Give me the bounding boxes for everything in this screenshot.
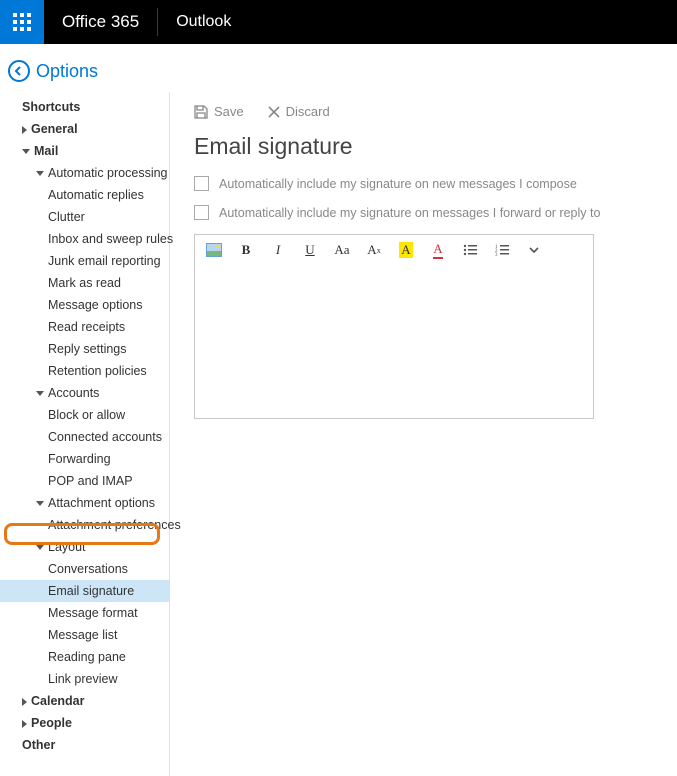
nav-conversations[interactable]: Conversations: [0, 558, 169, 580]
number-list-button[interactable]: 123: [493, 241, 511, 259]
nav-shortcuts[interactable]: Shortcuts: [0, 96, 169, 118]
save-icon: [194, 105, 208, 119]
nav-layout[interactable]: Layout: [0, 536, 169, 558]
insert-image-button[interactable]: [205, 241, 223, 259]
checkbox-auto-reply[interactable]: [194, 205, 209, 220]
checkbox-row-reply-forward: Automatically include my signature on me…: [194, 205, 653, 220]
nav-junk-email[interactable]: Junk email reporting: [0, 250, 169, 272]
options-title: Options: [36, 61, 98, 82]
nav-people[interactable]: People: [0, 712, 169, 734]
caret-down-icon: [36, 545, 44, 550]
image-icon: [206, 243, 222, 257]
main-pane: Save Discard Email signature Automatical…: [170, 92, 677, 776]
nav-message-list[interactable]: Message list: [0, 624, 169, 646]
font-color-button[interactable]: A: [429, 241, 447, 259]
arrow-left-icon: [13, 65, 25, 77]
nav-email-signature[interactable]: Email signature: [0, 580, 169, 602]
action-bar: Save Discard: [194, 104, 653, 119]
save-button[interactable]: Save: [194, 104, 244, 119]
nav-reading-pane[interactable]: Reading pane: [0, 646, 169, 668]
checkbox-auto-new[interactable]: [194, 176, 209, 191]
discard-button[interactable]: Discard: [268, 104, 330, 119]
highlight-button[interactable]: A: [397, 241, 415, 259]
caret-right-icon: [22, 720, 27, 728]
svg-text:3: 3: [495, 253, 498, 256]
discard-label: Discard: [286, 104, 330, 119]
signature-textarea[interactable]: [195, 265, 593, 415]
caret-right-icon: [22, 126, 27, 134]
checkbox-auto-new-label: Automatically include my signature on ne…: [219, 177, 577, 191]
chevron-down-icon: [528, 244, 540, 256]
app-name-label: Outlook: [158, 13, 249, 31]
nav-automatic-replies[interactable]: Automatic replies: [0, 184, 169, 206]
caret-right-icon: [22, 698, 27, 706]
checkbox-row-new-messages: Automatically include my signature on ne…: [194, 176, 653, 191]
nav-clutter[interactable]: Clutter: [0, 206, 169, 228]
nav-link-preview[interactable]: Link preview: [0, 668, 169, 690]
nav-reply-settings[interactable]: Reply settings: [0, 338, 169, 360]
app-header: Office 365 Outlook: [0, 0, 677, 44]
nav-retention-policies[interactable]: Retention policies: [0, 360, 169, 382]
nav-block-allow[interactable]: Block or allow: [0, 404, 169, 426]
bullet-list-button[interactable]: [461, 241, 479, 259]
app-launcher-button[interactable]: [0, 0, 44, 44]
nav-inbox-rules[interactable]: Inbox and sweep rules: [0, 228, 169, 250]
nav-read-receipts[interactable]: Read receipts: [0, 316, 169, 338]
numbered-icon: 123: [495, 244, 509, 256]
bullets-icon: [463, 244, 477, 256]
back-button[interactable]: [8, 60, 30, 82]
font-size-button[interactable]: Aa: [333, 241, 351, 259]
underline-button[interactable]: U: [301, 241, 319, 259]
nav-automatic-processing[interactable]: Automatic processing: [0, 162, 169, 184]
options-header: Options: [0, 44, 677, 92]
nav-mail[interactable]: Mail: [0, 140, 169, 162]
waffle-icon: [13, 13, 31, 31]
save-label: Save: [214, 104, 244, 119]
caret-down-icon: [22, 149, 30, 154]
nav-connected-accounts[interactable]: Connected accounts: [0, 426, 169, 448]
caret-down-icon: [36, 501, 44, 506]
signature-editor: B I U Aa Ax A A 123: [194, 234, 594, 419]
nav-message-options[interactable]: Message options: [0, 294, 169, 316]
settings-nav: Shortcuts General Mail Automatic process…: [0, 92, 170, 776]
close-icon: [268, 106, 280, 118]
nav-mark-as-read[interactable]: Mark as read: [0, 272, 169, 294]
nav-forwarding[interactable]: Forwarding: [0, 448, 169, 470]
nav-calendar[interactable]: Calendar: [0, 690, 169, 712]
nav-pop-imap[interactable]: POP and IMAP: [0, 470, 169, 492]
superscript-button[interactable]: Ax: [365, 241, 383, 259]
page-title: Email signature: [194, 133, 653, 160]
checkbox-auto-reply-label: Automatically include my signature on me…: [219, 206, 600, 220]
italic-button[interactable]: I: [269, 241, 287, 259]
editor-toolbar: B I U Aa Ax A A 123: [195, 235, 593, 265]
nav-accounts[interactable]: Accounts: [0, 382, 169, 404]
nav-message-format[interactable]: Message format: [0, 602, 169, 624]
more-format-button[interactable]: [525, 241, 543, 259]
nav-other[interactable]: Other: [0, 734, 169, 756]
bold-button[interactable]: B: [237, 241, 255, 259]
brand-label: Office 365: [44, 12, 157, 32]
caret-down-icon: [36, 171, 44, 176]
caret-down-icon: [36, 391, 44, 396]
nav-attachment-prefs[interactable]: Attachment preferences: [0, 514, 169, 536]
nav-general[interactable]: General: [0, 118, 169, 140]
nav-attachment-options[interactable]: Attachment options: [0, 492, 169, 514]
